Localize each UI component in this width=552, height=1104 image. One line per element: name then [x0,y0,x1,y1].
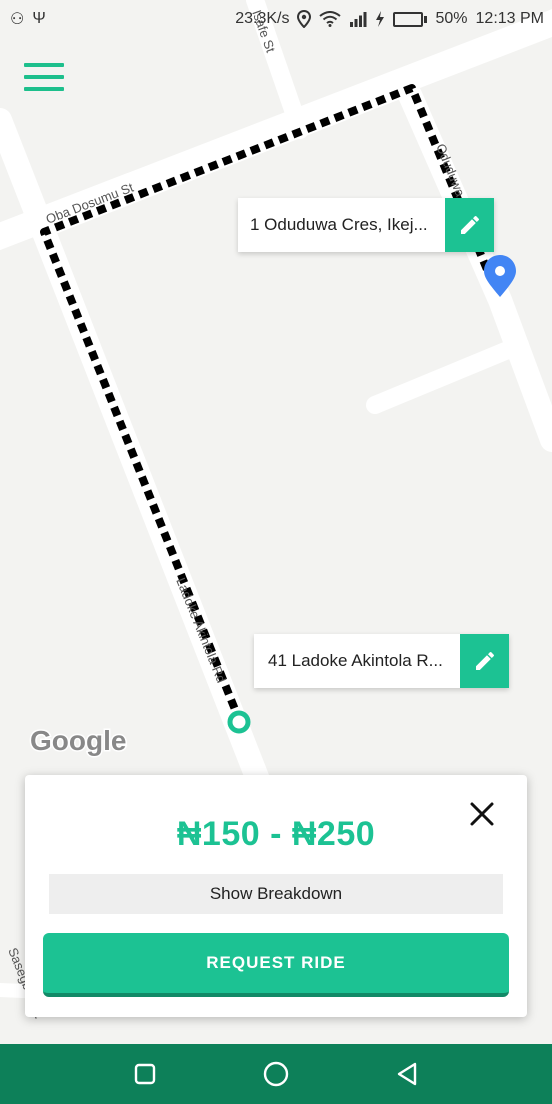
fare-sheet: ₦150 - ₦250 Show Breakdown REQUEST RIDE [25,775,527,1017]
location-icon [297,10,312,28]
charging-icon [376,11,385,27]
google-attribution: Google [30,725,126,756]
pickup-address: 1 Oduduwa Cres, Ikej... [250,215,428,234]
fare-price-range: ₦150 - ₦250 [176,815,376,853]
battery-percent: 50% [435,10,468,27]
signal-icon [350,12,367,27]
destination-address: 41 Ladoke Akintola R... [268,651,443,670]
destination-dot-icon[interactable] [227,710,251,734]
edit-destination-button[interactable] [460,634,509,688]
home-icon [263,1061,289,1087]
recents-button[interactable] [125,1054,165,1094]
close-button[interactable] [469,801,495,827]
clock: 12:13 PM [475,10,544,27]
close-icon [470,802,494,826]
pencil-icon [475,652,494,670]
pickup-address-card[interactable]: 1 Oduduwa Cres, Ikej... [238,198,494,252]
back-button[interactable] [387,1054,427,1094]
edit-pickup-button[interactable] [445,198,494,252]
battery-icon [393,11,428,27]
show-breakdown-button[interactable]: Show Breakdown [49,874,503,914]
wifi-icon [319,11,342,27]
usb-icon: ⚇ [10,11,25,28]
back-icon [397,1062,416,1086]
request-ride-button[interactable]: REQUEST RIDE [43,933,509,997]
recents-icon [135,1063,156,1085]
destination-address-card[interactable]: 41 Ladoke Akintola R... [254,634,509,688]
home-button[interactable] [256,1054,296,1094]
usb-debug-icon: Ψ [32,10,46,27]
status-bar: ⚇ Ψ 23.3K/s 50% 12:13 PM [0,0,552,38]
menu-icon[interactable] [24,60,64,94]
network-speed: 23.3K/s [235,10,290,27]
system-nav-bar [0,1044,552,1104]
pencil-icon [460,216,479,234]
